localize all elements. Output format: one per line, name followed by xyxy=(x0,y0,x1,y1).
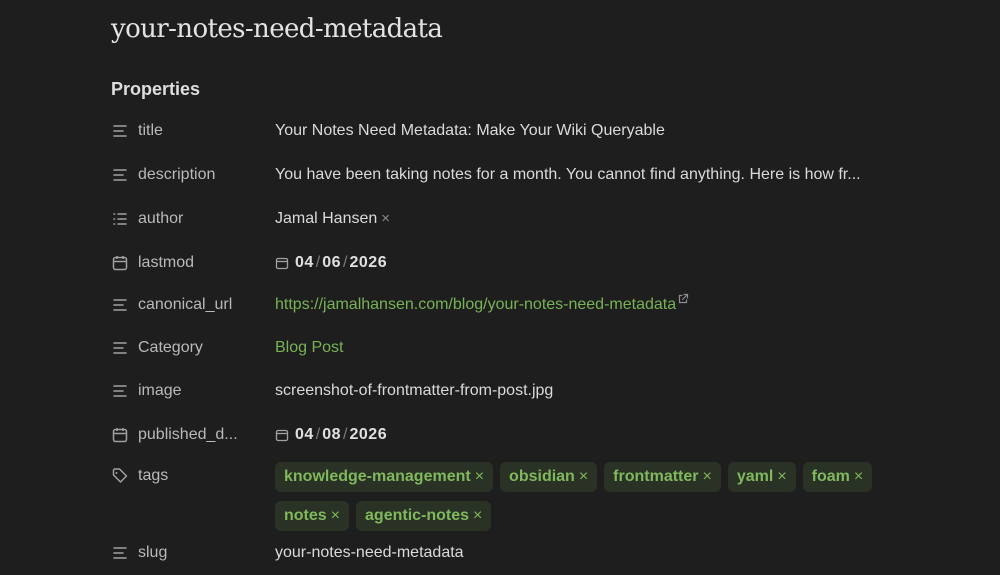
tag-pill[interactable]: foam × xyxy=(802,462,873,492)
tag-pill[interactable]: notes × xyxy=(275,501,350,531)
property-key-description[interactable]: description xyxy=(111,163,275,187)
property-key-lastmod[interactable]: lastmod xyxy=(111,251,275,275)
property-value-title[interactable]: Your Notes Need Metadata: Make Your Wiki… xyxy=(275,119,665,143)
property-row-slug: slug your-notes-need-metadata xyxy=(111,532,991,572)
property-key-published-date[interactable]: published_d... xyxy=(111,423,275,447)
calendar-icon[interactable] xyxy=(275,428,289,442)
property-key-author[interactable]: author xyxy=(111,207,275,231)
property-key-label: lastmod xyxy=(138,254,195,271)
text-lines-icon xyxy=(111,296,129,314)
date-separator: / xyxy=(343,426,348,443)
property-key-title[interactable]: title xyxy=(111,119,275,143)
date-separator: / xyxy=(343,254,348,271)
property-key-canonical-url[interactable]: canonical_url xyxy=(111,293,275,317)
property-value-slug[interactable]: your-notes-need-metadata xyxy=(275,541,464,565)
text-lines-icon xyxy=(111,166,129,184)
tag-icon xyxy=(111,467,129,485)
property-value-published-date[interactable]: 04/08/2026 xyxy=(275,423,387,447)
property-row-lastmod: lastmod 04/06/2026 xyxy=(111,242,991,284)
property-key-label: author xyxy=(138,210,184,227)
tags-list: knowledge-management × obsidian × frontmat… xyxy=(275,457,915,535)
tag-label: knowledge-management xyxy=(284,468,471,485)
property-value-description[interactable]: You have been taking notes for a month. … xyxy=(275,163,861,187)
property-key-image[interactable]: image xyxy=(111,379,275,403)
property-row-canonical-url: canonical_url https://jamalhansen.com/bl… xyxy=(111,284,991,327)
calendar-icon[interactable] xyxy=(275,256,289,270)
remove-tag-button[interactable]: × xyxy=(475,462,484,492)
remove-author-button[interactable]: × xyxy=(381,210,390,227)
canonical-url-link[interactable]: https://jamalhansen.com/blog/your-notes-… xyxy=(275,296,676,313)
date-month[interactable]: 04 xyxy=(295,423,314,447)
property-row-image: image screenshot-of-frontmatter-from-pos… xyxy=(111,370,991,414)
date-month[interactable]: 04 xyxy=(295,251,314,275)
date-day[interactable]: 08 xyxy=(322,423,341,447)
property-row-published-date: published_d... 04/08/2026 xyxy=(111,414,991,455)
property-key-label: tags xyxy=(138,467,169,484)
date-separator: / xyxy=(315,254,321,271)
property-key-tags[interactable]: tags xyxy=(111,464,275,488)
tag-pill[interactable]: frontmatter × xyxy=(604,462,721,492)
property-value-image[interactable]: screenshot-of-frontmatter-from-post.jpg xyxy=(275,379,553,403)
text-lines-icon xyxy=(111,122,129,140)
date-year[interactable]: 2026 xyxy=(350,423,388,447)
property-key-label: canonical_url xyxy=(138,296,233,313)
property-key-label: description xyxy=(138,166,216,183)
property-value-lastmod[interactable]: 04/06/2026 xyxy=(275,251,387,275)
property-row-tags: tags knowledge-management × obsidian × fro… xyxy=(111,455,991,532)
text-lines-icon xyxy=(111,382,129,400)
page-title[interactable]: your-notes-need-metadata xyxy=(111,14,443,44)
remove-tag-button[interactable]: × xyxy=(473,501,482,531)
tag-label: frontmatter xyxy=(613,468,699,485)
property-key-category[interactable]: Category xyxy=(111,336,275,360)
tag-label: yaml xyxy=(736,468,774,485)
property-row-title: title Your Notes Need Metadata: Make You… xyxy=(111,110,991,154)
remove-tag-button[interactable]: × xyxy=(331,501,340,531)
property-key-slug[interactable]: slug xyxy=(111,541,275,565)
property-key-label: image xyxy=(138,382,182,399)
tag-pill[interactable]: yaml × xyxy=(727,462,796,492)
property-row-category: Category Blog Post xyxy=(111,327,991,370)
remove-tag-button[interactable]: × xyxy=(703,462,712,492)
date-year[interactable]: 2026 xyxy=(350,251,388,275)
tag-pill[interactable]: obsidian × xyxy=(500,462,598,492)
remove-tag-button[interactable]: × xyxy=(777,462,786,492)
author-pill-label: Jamal Hansen xyxy=(275,210,378,227)
calendar-icon xyxy=(111,426,129,444)
property-value-author[interactable]: Jamal Hansen × xyxy=(275,207,390,231)
tag-label: foam xyxy=(811,468,850,485)
external-link-icon[interactable] xyxy=(677,293,689,305)
properties-list: title Your Notes Need Metadata: Make You… xyxy=(111,110,991,572)
property-value-canonical-url[interactable]: https://jamalhansen.com/blog/your-notes-… xyxy=(275,293,689,317)
property-key-label: slug xyxy=(138,544,168,561)
tag-pill[interactable]: agentic-notes × xyxy=(356,501,492,531)
calendar-icon xyxy=(111,254,129,272)
properties-heading[interactable]: Properties xyxy=(111,79,200,100)
date-day[interactable]: 06 xyxy=(322,251,341,275)
tag-pill[interactable]: knowledge-management × xyxy=(275,462,494,492)
remove-tag-button[interactable]: × xyxy=(854,462,863,492)
text-lines-icon xyxy=(111,544,129,562)
property-key-label: title xyxy=(138,122,163,139)
property-row-author: author Jamal Hansen × xyxy=(111,198,991,242)
remove-tag-button[interactable]: × xyxy=(579,462,588,492)
tag-label: agentic-notes xyxy=(365,507,470,524)
tag-label: notes xyxy=(284,507,327,524)
property-key-label: Category xyxy=(138,339,203,356)
date-separator: / xyxy=(315,426,321,443)
property-value-category[interactable]: Blog Post xyxy=(275,336,343,360)
tag-label: obsidian xyxy=(509,468,575,485)
property-row-description: description You have been taking notes f… xyxy=(111,154,991,198)
text-lines-icon xyxy=(111,339,129,357)
property-key-label: published_d... xyxy=(138,426,238,443)
list-icon xyxy=(111,210,129,228)
